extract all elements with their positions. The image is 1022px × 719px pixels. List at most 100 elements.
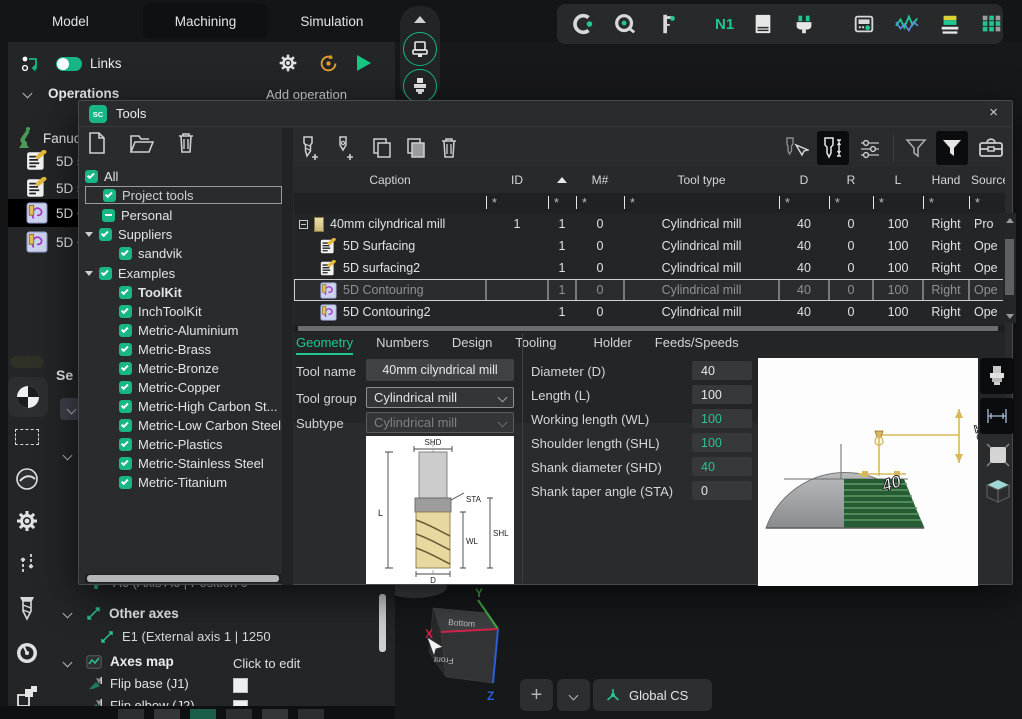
col-tool-type[interactable]: Tool type — [624, 167, 779, 193]
scrollbar-thumb[interactable] — [1005, 239, 1014, 295]
checkbox-indeterminate[interactable] — [102, 209, 115, 222]
col-sort[interactable] — [548, 167, 576, 193]
sync-icon[interactable] — [318, 53, 339, 74]
shank-diameter-input[interactable]: 40 — [692, 457, 752, 476]
checkbox-checked[interactable] — [119, 476, 132, 489]
measure-tape-icon[interactable] — [613, 11, 637, 37]
caliper-icon[interactable] — [655, 11, 679, 37]
flip-base-row[interactable]: Flip base (J1) — [88, 676, 189, 691]
collapse-minus-icon[interactable] — [299, 220, 308, 229]
panel-vscrollbar-thumb[interactable] — [379, 594, 386, 652]
open-library-icon[interactable] — [129, 132, 155, 154]
filter-cell[interactable]: * — [779, 193, 829, 213]
filter-outline-icon[interactable] — [904, 136, 928, 160]
flip-base-checkbox[interactable] — [233, 678, 248, 693]
table-vscrollbar[interactable] — [1003, 213, 1016, 323]
view-options-icon[interactable] — [857, 135, 883, 161]
checkbox-checked[interactable] — [119, 457, 132, 470]
tool-group-select[interactable]: Cylindrical mill — [366, 387, 514, 408]
rail-workpiece-button-active[interactable] — [8, 377, 48, 417]
shank-taper-angle-input[interactable]: 0 — [692, 481, 752, 500]
swap-arrows-icon[interactable] — [10, 548, 44, 578]
strip-thumb[interactable] — [190, 709, 216, 719]
filter-cell[interactable]: * — [829, 193, 873, 213]
cs-dropdown-button[interactable] — [557, 679, 590, 711]
axes-map-chevron[interactable] — [63, 658, 73, 668]
tree-item-suppliers[interactable]: Suppliers — [85, 225, 282, 243]
tree-item-toolkit[interactable]: ToolKit — [85, 283, 282, 301]
tree-item-examples[interactable]: Examples — [85, 264, 282, 282]
global-cs-button[interactable]: Global CS — [593, 679, 712, 711]
tree-item-personal[interactable]: Personal — [85, 206, 282, 224]
tree-item-metric-high-carbon[interactable]: Metric-High Carbon St... — [85, 397, 282, 415]
strip-thumb[interactable] — [154, 709, 180, 719]
col-d[interactable]: D — [779, 167, 829, 193]
tab-simulation[interactable]: Simulation — [268, 3, 395, 39]
preview-holder-toggle-active[interactable] — [980, 358, 1014, 394]
add-mill-tool-icon[interactable] — [298, 134, 322, 162]
checkbox-checked[interactable] — [119, 286, 132, 299]
tree-item-sandvik[interactable]: sandvik — [85, 244, 282, 262]
tree-hscrollbar-thumb[interactable] — [87, 575, 279, 582]
axis-row-e1[interactable]: E1 (External axis 1 | 1250 — [100, 629, 271, 644]
checkbox-checked[interactable] — [119, 305, 132, 318]
table-row-selected[interactable]: 5D Contouring 1 0 Cylindrical mill 40 0 … — [294, 279, 1005, 301]
checkbox-checked[interactable] — [119, 324, 132, 337]
tab-numbers[interactable]: Numbers — [376, 335, 429, 355]
close-icon[interactable]: × — [989, 104, 998, 121]
add-cs-button[interactable]: + — [520, 679, 553, 711]
strip-thumb[interactable] — [226, 709, 252, 719]
checkbox-checked[interactable] — [99, 267, 112, 280]
add-drill-tool-icon[interactable] — [333, 134, 357, 162]
control-panel-icon[interactable] — [852, 11, 876, 37]
checkbox-checked[interactable] — [99, 228, 112, 241]
tree-item-metric-plastics[interactable]: Metric-Plastics — [85, 435, 282, 453]
fit-view-icon[interactable] — [984, 440, 1012, 470]
checkbox-checked[interactable] — [119, 438, 132, 451]
strip-thumb[interactable] — [298, 709, 324, 719]
col-source[interactable]: Source — [969, 167, 1005, 193]
checkbox-checked[interactable] — [119, 362, 132, 375]
tab-machining[interactable]: Machining — [143, 3, 269, 39]
tool-name-input[interactable]: 40mm cilyndrical mill — [366, 359, 514, 381]
disc-tool-icon[interactable] — [10, 464, 44, 494]
filter-cell[interactable]: * — [486, 193, 548, 213]
click-to-edit-label[interactable]: Click to edit — [233, 656, 300, 671]
copy-tool-icon[interactable] — [371, 136, 393, 160]
orientation-cube[interactable]: Y X Z Bottom Front — [405, 585, 525, 707]
tab-design[interactable]: Design — [452, 335, 492, 355]
collapse-up-icon[interactable] — [414, 16, 426, 23]
other-axes-header[interactable]: Other axes — [86, 606, 179, 621]
checkbox-checked[interactable] — [119, 381, 132, 394]
table-row[interactable]: 5D Surfacing 1 0 Cylindrical mill 40 0 1… — [294, 235, 1005, 257]
paste-tool-icon[interactable] — [405, 136, 427, 160]
new-library-icon[interactable] — [87, 131, 107, 155]
col-l[interactable]: L — [873, 167, 923, 193]
play-icon[interactable] — [357, 55, 371, 71]
connector-icon[interactable] — [792, 11, 816, 37]
strip-thumb[interactable] — [262, 709, 288, 719]
gauge-icon[interactable] — [10, 638, 44, 668]
tree-item-metric-titanium[interactable]: Metric-Titanium — [85, 473, 282, 491]
tree-item-metric-stainless[interactable]: Metric-Stainless Steel — [85, 454, 282, 472]
tree-item-metric-brass[interactable]: Metric-Brass — [85, 340, 282, 358]
length-input[interactable]: 100 — [692, 385, 752, 404]
head-2-button[interactable] — [403, 69, 437, 103]
panel-splitter[interactable] — [282, 128, 293, 585]
gear-icon[interactable] — [278, 53, 298, 73]
checkbox-checked[interactable] — [103, 189, 116, 202]
preview-dimensions-toggle-active[interactable] — [980, 398, 1014, 434]
filter-cell[interactable]: * — [969, 193, 1005, 213]
tree-item-inchtoolkit[interactable]: InchToolKit — [85, 302, 282, 320]
tree-item-project-tools[interactable]: Project tools — [85, 186, 282, 204]
head-1-button[interactable] — [403, 32, 437, 66]
axes-map-header[interactable]: Axes map — [86, 654, 174, 669]
tool-dimensions-toggle-active[interactable] — [817, 131, 849, 165]
tree-item-metric-copper[interactable]: Metric-Copper — [85, 378, 282, 396]
tree-item-metric-bronze[interactable]: Metric-Bronze — [85, 359, 282, 377]
tab-feeds-speeds[interactable]: Feeds/Speeds — [655, 335, 739, 355]
filter-filled-toggle-active[interactable] — [936, 131, 968, 165]
layers-icon[interactable] — [938, 11, 962, 37]
table-row[interactable]: 5D Contouring2 1 0 Cylindrical mill 40 0… — [294, 301, 1005, 323]
ops-item-fanuc[interactable]: Fanuc — [16, 126, 81, 150]
